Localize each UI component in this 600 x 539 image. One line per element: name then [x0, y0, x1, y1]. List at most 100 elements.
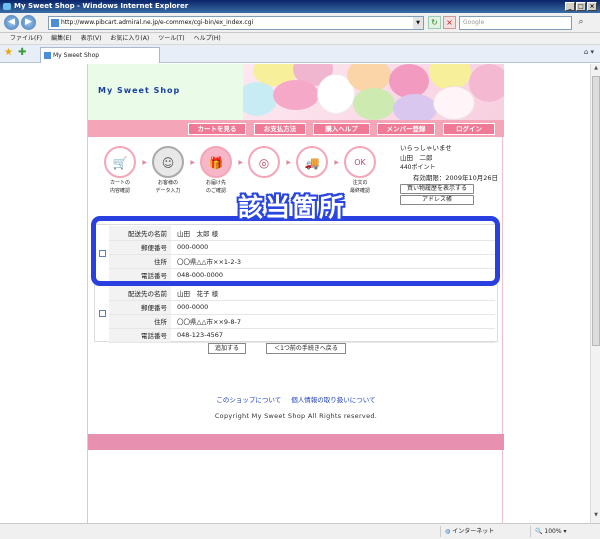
step-label: カートの [109, 180, 130, 186]
close-button[interactable]: × [587, 2, 597, 11]
step-label: 注文の [352, 180, 368, 186]
shop-page: My Sweet Shop カートを見る お支払方法 購入ヘルプ メンバー登録 [87, 64, 504, 523]
shop-header: My Sweet Shop [88, 64, 504, 120]
field-label: 郵便番号 [109, 300, 171, 315]
shop-logo[interactable]: My Sweet Shop [98, 86, 180, 95]
user-icon: ☺ [152, 146, 184, 178]
add-favorite-icon[interactable]: ✚ [18, 47, 26, 58]
copyright-text: Copyright My Sweet Shop All Rights reser… [214, 412, 378, 420]
field-label: 配送先の名前 [109, 286, 171, 301]
step-final-confirm: OK 注文の 最終確認 [340, 146, 380, 194]
address-url: http://www.pibcart.admiral.ne.jp/e-comme… [61, 19, 254, 26]
menu-edit[interactable]: 編集(E) [51, 33, 71, 44]
back-arrow-icon[interactable]: ◀ [4, 15, 19, 30]
status-message [0, 526, 330, 537]
step-label: お客様の [157, 180, 178, 186]
candy-banner-image [243, 64, 504, 120]
step-arrow-icon: ▶ [238, 159, 243, 166]
scroll-thumb[interactable] [592, 76, 600, 346]
address-dropdown-icon[interactable]: ▼ [413, 17, 423, 29]
menu-file[interactable]: ファイル(F) [10, 33, 42, 44]
forward-arrow-icon[interactable]: ▶ [21, 15, 36, 30]
address-book-button[interactable]: アドレス帳 [400, 195, 474, 205]
step-arrow-icon: ▶ [142, 159, 147, 166]
nav-purchase-help[interactable]: 購入ヘルプ [313, 123, 370, 135]
footer-links: このショップについて 個人情報の取り扱いについて [88, 394, 504, 404]
menu-tools[interactable]: ツール(T) [158, 33, 184, 44]
gift-icon: 🎁 [200, 146, 232, 178]
nav-login[interactable]: ログイン [443, 123, 495, 135]
recipient-name: 山田 花子 様 [171, 286, 495, 301]
ring-icon: ◎ [248, 146, 280, 178]
tab-label: My Sweet Shop [53, 52, 100, 59]
favorites-star-icon[interactable]: ★ [4, 47, 13, 58]
cart-icon: 🛒 [104, 146, 136, 178]
address-checkbox[interactable] [99, 310, 106, 317]
address-table: 配送先の名前 山田 花子 様 郵便番号 000-0000 住所 〇〇県△△市××9-8… [109, 286, 495, 343]
minimize-button[interactable]: _ [565, 2, 575, 11]
address-toolbar: ◀ ▶ http://www.pibcart.admiral.ne.jp/e-c… [0, 13, 600, 33]
page-viewport: My Sweet Shop カートを見る お支払方法 購入ヘルプ メンバー登録 [0, 64, 590, 523]
address-entry: 配送先の名前 山田 花子 様 郵便番号 000-0000 住所 〇〇県△△市××9-8… [94, 284, 498, 343]
ie-icon [3, 3, 11, 10]
menu-view[interactable]: 表示(V) [81, 33, 102, 44]
step-gift-option: ◎ ▶ [244, 146, 291, 178]
address-input[interactable]: http://www.pibcart.admiral.ne.jp/e-comme… [48, 16, 424, 30]
maximize-button[interactable]: □ [576, 2, 586, 11]
step-arrow-icon: ▶ [334, 159, 339, 166]
scroll-down-icon[interactable]: ▼ [592, 512, 600, 522]
status-bar: ◍ インターネット 🔍 100% ▾ [0, 523, 600, 539]
menu-help[interactable]: ヘルプ(H) [194, 33, 221, 44]
purchase-history-button[interactable]: 買い物履歴を表示する [400, 184, 474, 194]
tab-bar: ★ ✚ My Sweet Shop ⌂ ▾ [0, 45, 600, 63]
highlight-frame [91, 216, 500, 286]
window-title: My Sweet Shop - Windows Internet Explore… [14, 2, 189, 10]
field-label: 電話番号 [109, 328, 171, 343]
security-zone: ◍ インターネット [440, 526, 522, 537]
tab-my-sweet-shop[interactable]: My Sweet Shop [40, 47, 160, 63]
ok-icon: OK [344, 146, 376, 178]
address-actions: 追加する ＜1つ前の手続きへ戻る [88, 343, 504, 355]
about-shop-link[interactable]: このショップについて [216, 396, 281, 404]
street-address: 〇〇県△△市××9-8-7 [171, 314, 495, 329]
menu-favorites[interactable]: お気に入り(A) [110, 33, 149, 44]
step-customer-data: ☺ お客様の データ入力 ▶ [148, 146, 195, 194]
phone-number: 048-123-4567 [171, 328, 495, 343]
step-arrow-icon: ▶ [190, 159, 195, 166]
zoom-control[interactable]: 🔍 100% ▾ [530, 526, 590, 537]
page-tools-icon[interactable]: ⌂ ▾ [584, 48, 594, 56]
shop-nav: カートを見る お支払方法 購入ヘルプ メンバー登録 ログイン [88, 120, 504, 137]
back-step-button[interactable]: ＜1つ前の手続きへ戻る [266, 343, 346, 354]
step-label: データ入力 [155, 188, 181, 194]
window-titlebar: My Sweet Shop - Windows Internet Explore… [0, 0, 600, 13]
user-info-box: いらっしゃいませ 山田 二郎 440ポイント 有効期限：2009年10月26日 … [398, 143, 502, 205]
globe-icon: ◍ [445, 528, 451, 535]
add-address-button[interactable]: 追加する [208, 343, 246, 354]
step-arrow-icon: ▶ [286, 159, 291, 166]
page-icon [51, 19, 59, 27]
stop-icon[interactable]: × [443, 16, 456, 29]
postal-code: 000-0000 [171, 300, 495, 315]
search-icon[interactable]: ⌕ [574, 16, 588, 29]
greeting-text: いらっしゃいませ [400, 144, 452, 152]
page-icon [44, 52, 51, 59]
step-shipping: 🚚 ▶ [292, 146, 339, 178]
step-label: お届け先 [205, 180, 226, 186]
field-label: 住所 [109, 314, 171, 329]
user-points: 440ポイント [400, 164, 436, 171]
privacy-policy-link[interactable]: 個人情報の取り扱いについて [291, 396, 375, 404]
zone-label: インターネット [452, 528, 495, 535]
refresh-icon[interactable]: ↻ [428, 16, 441, 29]
nav-view-cart[interactable]: カートを見る [188, 123, 246, 135]
search-placeholder: Google [463, 19, 485, 26]
step-label: のご確認 [205, 188, 226, 194]
step-cart: 🛒 カートの 内容確認 ▶ [100, 146, 147, 194]
step-label: 内容確認 [109, 188, 130, 194]
search-input[interactable]: Google [459, 16, 572, 30]
nav-member-registration[interactable]: メンバー登録 [377, 123, 435, 135]
truck-icon: 🚚 [296, 146, 328, 178]
nav-payment-methods[interactable]: お支払方法 [254, 123, 306, 135]
vertical-scrollbar[interactable]: ▲ ▼ [590, 64, 600, 523]
footer-band [88, 434, 504, 450]
scroll-up-icon[interactable]: ▲ [592, 65, 600, 75]
